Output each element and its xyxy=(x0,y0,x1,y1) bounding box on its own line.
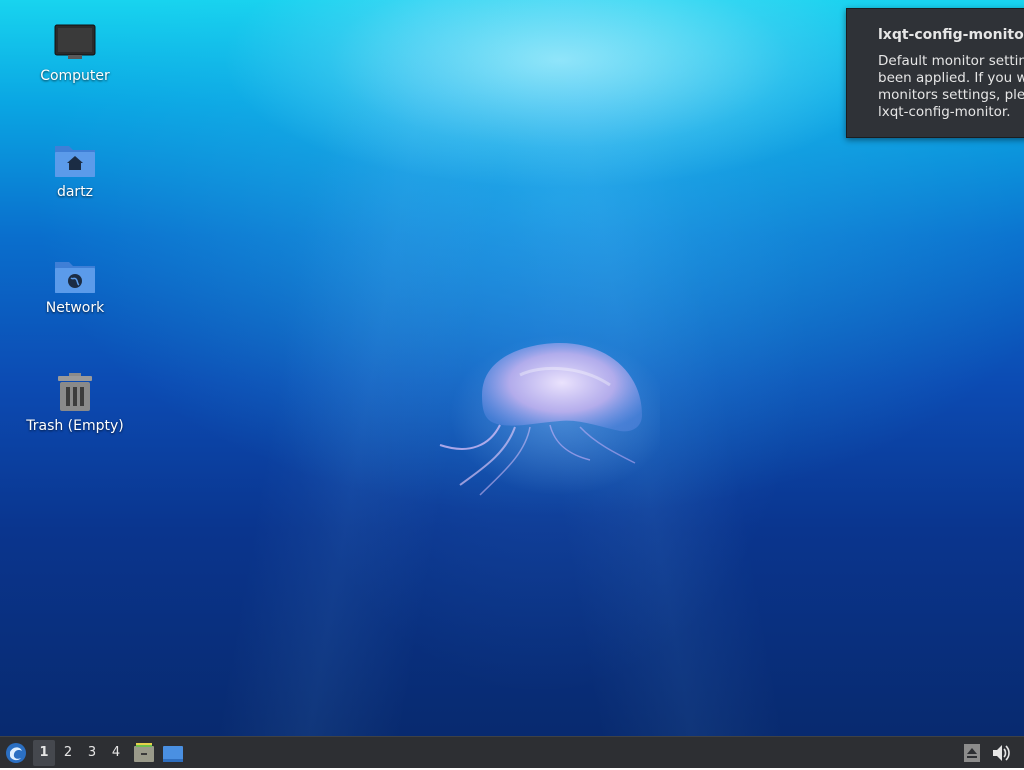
desktop-icon-trash[interactable]: Trash (Empty) xyxy=(20,372,130,434)
desktop-icon-label: Network xyxy=(45,300,105,316)
notification-title: lxqt-config-monitor xyxy=(878,27,1024,43)
notification-popup[interactable]: lxqt-config-monitor Default monitor sett… xyxy=(846,8,1024,138)
lxqt-menu-icon xyxy=(6,743,26,763)
file-manager-icon xyxy=(134,743,154,762)
trash-icon xyxy=(58,373,92,411)
notification-body: Default monitor settin been applied. If … xyxy=(878,53,1024,120)
home-folder-icon xyxy=(55,146,95,177)
desktop-icon-network[interactable]: Network xyxy=(20,256,130,316)
computer-monitor-icon xyxy=(54,24,96,59)
desktop-icon-label: Trash (Empty) xyxy=(26,418,124,434)
taskbar: 1 2 3 4 xyxy=(0,736,1024,768)
start-menu-button[interactable] xyxy=(4,740,30,766)
desktop-icon-label: Computer xyxy=(40,68,110,84)
desktop-icon-home-folder[interactable]: dartz xyxy=(20,140,130,200)
show-desktop-icon xyxy=(163,746,183,762)
desktop-icon-computer[interactable]: Computer xyxy=(20,24,130,84)
desktop-switch-4[interactable]: 4 xyxy=(105,740,127,766)
desktop-switch-3[interactable]: 3 xyxy=(81,740,103,766)
jellyfish-wallpaper-image xyxy=(439,335,660,496)
network-folder-icon xyxy=(55,262,95,293)
desktop-switch-2[interactable]: 2 xyxy=(57,740,79,766)
eject-tray-button[interactable] xyxy=(962,740,982,766)
desktop-switch-1[interactable]: 1 xyxy=(33,740,55,766)
desktop-icon-label: dartz xyxy=(56,184,94,200)
eject-icon xyxy=(964,744,980,762)
volume-icon xyxy=(993,745,1010,761)
file-manager-launcher[interactable] xyxy=(133,740,155,766)
volume-tray-button[interactable] xyxy=(990,740,1012,766)
show-desktop-button[interactable] xyxy=(162,740,184,766)
